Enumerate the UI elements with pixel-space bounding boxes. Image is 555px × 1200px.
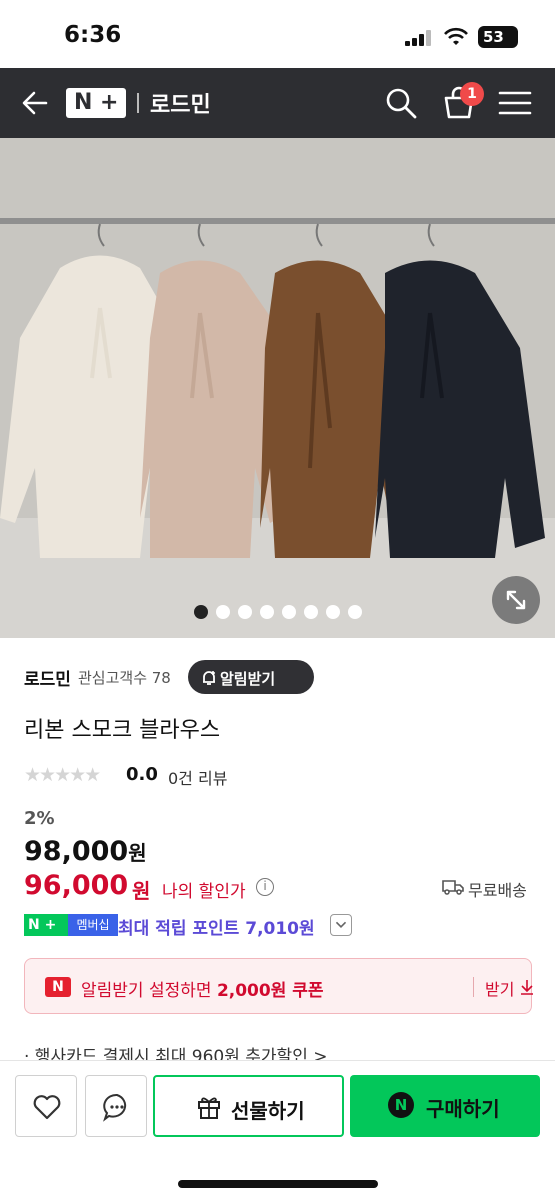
product-image-carousel[interactable]	[0, 138, 555, 638]
my-price-label: 나의 할인가	[162, 882, 246, 902]
carousel-dot[interactable]	[193, 605, 208, 619]
carousel-dot[interactable]	[215, 605, 230, 619]
like-button[interactable]	[15, 1075, 77, 1137]
naver-plus-badge: N +	[24, 914, 68, 936]
top-navbar: N + 로드민 1	[0, 68, 555, 138]
carousel-dots	[0, 604, 555, 622]
store-info-row: 로드민 관심고객수 78 알림받기	[24, 660, 544, 694]
gift-label: 선물하기	[231, 1099, 305, 1123]
buy-label: 구매하기	[426, 1097, 500, 1121]
coupon-get-button[interactable]: 받기	[485, 976, 514, 1000]
naver-pay-icon: N	[388, 1092, 414, 1118]
gift-button[interactable]: 선물하기	[153, 1075, 344, 1137]
nav-divider	[137, 93, 139, 113]
carousel-dot[interactable]	[347, 605, 362, 619]
store-alert-label: 알림받기	[220, 670, 276, 688]
back-arrow-icon[interactable]	[20, 88, 50, 118]
max-points-text: 최대 적립 포인트 7,010원	[118, 919, 315, 939]
gift-icon	[198, 1097, 220, 1119]
search-icon[interactable]	[384, 86, 418, 120]
review-count[interactable]: 0건 리뷰	[168, 765, 227, 789]
product-photo	[0, 138, 555, 638]
buy-button[interactable]: N 구매하기	[350, 1075, 540, 1137]
coupon-divider	[473, 977, 474, 997]
sale-price-row: 96,000 원 나의 할인가 i 무료배송	[24, 870, 534, 904]
heart-icon	[33, 1095, 61, 1120]
sale-price-unit: 원	[132, 879, 151, 903]
chevron-down-icon[interactable]	[330, 914, 352, 936]
logo-plus-text: +	[100, 90, 119, 115]
rating-value: 0.0	[126, 764, 158, 785]
free-shipping: 무료배송	[442, 876, 542, 900]
info-icon[interactable]: i	[256, 878, 274, 896]
status-time: 6:36	[64, 22, 122, 48]
expand-icon	[506, 590, 526, 610]
discount-rate: 2%	[24, 808, 55, 829]
logo-n-text: N	[74, 90, 93, 115]
wifi-icon	[444, 27, 468, 45]
chat-bubble-icon	[103, 1093, 127, 1122]
original-price-row: 98,000원	[24, 836, 147, 867]
carousel-dot[interactable]	[259, 605, 274, 619]
membership-badge: 멤버십	[68, 914, 118, 936]
download-icon[interactable]	[519, 978, 535, 996]
coupon-banner[interactable]: N 알림받기 설정하면 2,000원 쿠폰 받기	[24, 958, 535, 1014]
carousel-dot[interactable]	[237, 605, 252, 619]
rating-row[interactable]: ★★★★★ 0.0 0건 리뷰	[24, 762, 424, 789]
store-title[interactable]: 로드민	[150, 87, 211, 119]
bell-plus-icon	[203, 671, 215, 685]
talk-button[interactable]	[85, 1075, 147, 1137]
original-price: 98,000	[24, 836, 129, 867]
expand-image-button[interactable]	[492, 576, 540, 624]
points-row[interactable]: N + 멤버십 최대 적립 포인트 7,010원	[24, 912, 424, 939]
status-bar: 6:36 53	[0, 0, 555, 68]
battery-icon: 53	[478, 26, 518, 48]
coupon-text-pre: 알림받기 설정하면	[81, 981, 217, 1001]
product-title: 리본 스모크 블라우스	[24, 718, 221, 743]
naver-plus-logo[interactable]: N +	[66, 88, 126, 118]
carousel-dot[interactable]	[303, 605, 318, 619]
sale-price: 96,000	[24, 870, 129, 901]
naver-n-logo: N	[45, 977, 71, 997]
carousel-dot[interactable]	[281, 605, 296, 619]
menu-icon[interactable]	[498, 88, 532, 118]
truck-icon	[442, 880, 464, 895]
coupon-text: 알림받기 설정하면 2,000원 쿠폰	[81, 976, 324, 1001]
cart-count-badge: 1	[460, 82, 484, 106]
store-name[interactable]: 로드민	[24, 665, 71, 690]
store-alert-button[interactable]: 알림받기	[188, 660, 314, 694]
store-fans-count: 관심고객수 78	[78, 669, 171, 687]
shipping-label: 무료배송	[468, 881, 527, 900]
bottom-action-bar: 선물하기 N 구매하기	[0, 1060, 555, 1200]
rating-stars: ★★★★★	[24, 764, 101, 786]
home-indicator	[178, 1180, 378, 1188]
carousel-dot[interactable]	[325, 605, 340, 619]
signal-icon	[405, 30, 431, 46]
original-price-unit: 원	[128, 841, 147, 865]
coupon-amount: 2,000원 쿠폰	[216, 981, 324, 1001]
